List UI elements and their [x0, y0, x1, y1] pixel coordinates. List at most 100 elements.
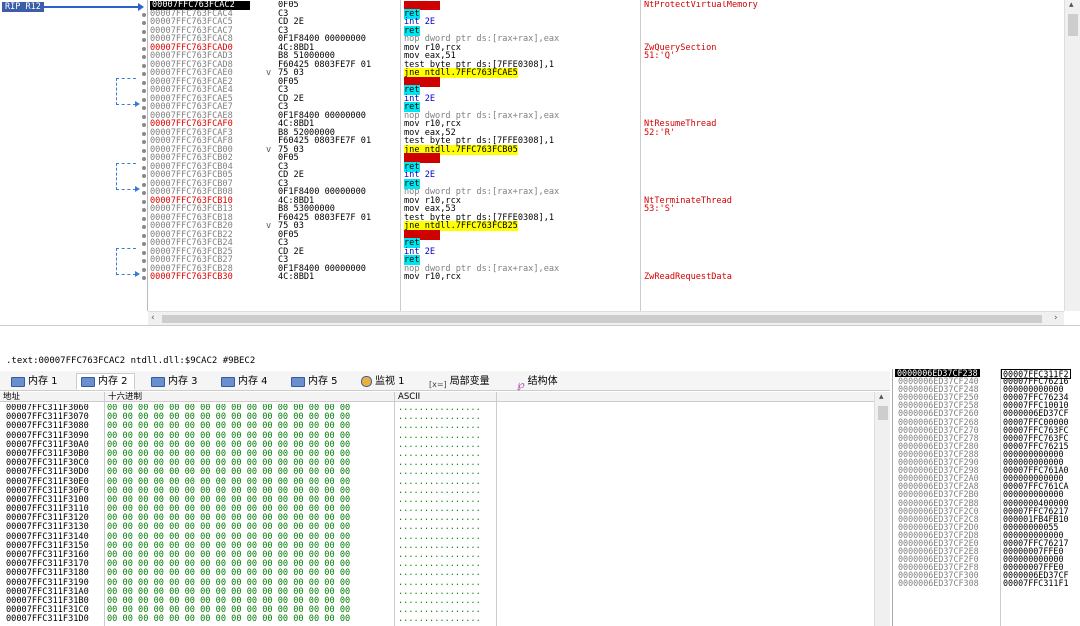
hex-column-header[interactable]: 十六进制 [105, 392, 395, 402]
scroll-thumb[interactable] [878, 406, 888, 420]
stack-row[interactable]: 0000006ED37CF308 00007FFC311F1 [893, 579, 1080, 587]
disassembly-horizontal-scrollbar[interactable]: ‹ › [148, 311, 1064, 325]
tab-struct-icon: ℘ [517, 377, 525, 391]
breakpoint-dot-icon[interactable] [142, 259, 146, 263]
instruction-address: 00007FFC763FCB30 [150, 272, 233, 282]
breakpoint-dot-icon[interactable] [142, 106, 146, 110]
breakpoint-dot-icon[interactable] [142, 225, 146, 229]
breakpoint-dot-icon[interactable] [142, 267, 146, 272]
breakpoint-dot-icon[interactable] [142, 21, 146, 25]
memory-dump-panel[interactable]: 地址 十六进制 ASCII 00007FFC311F3060 00 00 00 0… [0, 392, 890, 626]
tab-label: 内存 2 [98, 375, 128, 387]
breakpoint-dot-icon[interactable] [142, 182, 146, 187]
tab-label: 内存 1 [28, 375, 58, 387]
jump-arrow [116, 248, 140, 277]
instruction-mnemonic: syscall [404, 229, 640, 240]
instruction-comment: ZwReadRequestData [644, 272, 732, 282]
breakpoint-dot-icon[interactable] [142, 242, 146, 246]
instruction-mnemonic: ret [404, 85, 640, 95]
jump-arrow [116, 78, 140, 107]
breakpoint-dot-icon[interactable] [142, 276, 146, 280]
disassembly-rows[interactable]: 00007FFC763FCAC2 0F05 syscall NtProtectVirt… [148, 1, 1064, 312]
rip-arrow-icon [138, 3, 144, 11]
instruction-mnemonic: syscall [404, 1, 640, 10]
tab-memory-icon [291, 376, 305, 387]
dump-header: 地址 十六进制 ASCII [0, 392, 890, 402]
tab-memory-icon [11, 376, 25, 387]
disassembly-vertical-scrollbar[interactable]: ▴ [1064, 0, 1080, 311]
scroll-right-icon[interactable]: › [1054, 313, 1058, 323]
breakpoint-dot-icon[interactable] [142, 29, 146, 34]
breakpoint-dot-icon[interactable] [142, 165, 146, 170]
tab-1[interactable]: 内存 1 [6, 373, 65, 390]
dump-address: 00007FFC311F31D0 [6, 614, 89, 625]
breakpoint-dot-icon[interactable] [142, 63, 146, 68]
scroll-thumb[interactable] [162, 315, 1042, 323]
breakpoint-dot-icon[interactable] [142, 174, 146, 178]
tab-3[interactable]: 内存 3 [146, 373, 205, 390]
breakpoint-dot-icon[interactable] [142, 148, 146, 153]
breakpoint-dot-icon[interactable] [142, 131, 146, 136]
instruction-mnemonic: int 2E [404, 18, 640, 27]
scroll-left-icon[interactable]: ‹ [151, 313, 155, 323]
instruction-mnemonic: int 2E [404, 94, 640, 104]
breakpoint-dot-icon[interactable] [142, 12, 146, 17]
cpu-disassembly-panel[interactable]: RIP R12 00007FFC763FCAC2 0F05 syscall NtPro… [0, 0, 1080, 325]
dump-tab-bar: 内存 1 内存 2 内存 3 内存 4 内存 5 监视 1 [x=] 局部变量 ℘ 结构体 [0, 371, 890, 391]
instruction-mnemonic: syscall [404, 153, 640, 163]
tab-memory-icon [151, 376, 165, 387]
breakpoint-dot-icon[interactable] [142, 233, 146, 238]
stack-panel[interactable]: 0000006ED37CF238 00007FFC311F2 0000006ED37… [892, 369, 1080, 626]
address-column-header[interactable]: 地址 [0, 392, 105, 402]
scroll-thumb[interactable] [1068, 14, 1078, 36]
tab-locals-icon: [x=] [429, 379, 447, 389]
column-divider [640, 0, 641, 311]
collapse-toggle-icon[interactable]: v [266, 69, 271, 78]
collapse-toggle-icon[interactable]: v [266, 222, 271, 231]
breakpoint-dot-icon[interactable] [142, 191, 146, 195]
breakpoint-dot-icon[interactable] [142, 157, 146, 161]
breakpoint-dot-icon[interactable] [142, 80, 146, 85]
tab-label: 监视 1 [375, 375, 405, 387]
tab-4[interactable]: 内存 4 [216, 373, 275, 390]
breakpoint-dot-icon[interactable] [142, 114, 146, 119]
instruction-mnemonic: ret [404, 161, 640, 172]
tab-5[interactable]: 内存 5 [286, 373, 345, 390]
scroll-up-icon[interactable]: ▴ [1069, 0, 1074, 10]
breakpoint-dot-icon[interactable] [142, 38, 146, 42]
tab-2[interactable]: 内存 2 [76, 373, 135, 390]
tab-memory-icon [81, 376, 95, 387]
dump-ascii: ................ [398, 614, 481, 625]
tab-7[interactable]: [x=] 局部变量 [424, 373, 497, 390]
breakpoint-dot-icon[interactable] [142, 199, 146, 204]
dump-hex-bytes: 00 00 00 00 00 00 00 00 00 00 00 00 00 0… [107, 614, 351, 625]
breakpoint-dot-icon[interactable] [142, 89, 146, 93]
instruction-mnemonic: ret [404, 238, 640, 248]
dump-rows[interactable]: 00007FFC311F3060 00 00 00 00 00 00 00 00 … [0, 404, 874, 626]
dump-row[interactable]: 00007FFC311F31D0 00 00 00 00 00 00 00 00 … [0, 615, 874, 624]
instruction-mnemonic: int 2E [404, 247, 640, 257]
disasm-row[interactable]: 00007FFC763FCB30 4C:8BD1 mov r10,rcx ZwRead… [148, 273, 1064, 282]
instruction-mnemonic: ret [404, 8, 640, 19]
tab-memory-icon [221, 376, 235, 387]
instruction-comment: NtProtectVirtualMemory [644, 1, 758, 10]
collapse-toggle-icon[interactable]: v [266, 145, 271, 155]
breakpoint-dot-icon[interactable] [142, 72, 146, 76]
jump-arrow [116, 163, 140, 192]
breakpoint-dot-icon[interactable] [142, 46, 146, 51]
breakpoint-dot-icon[interactable] [142, 55, 146, 59]
rip-pointer-line [44, 6, 140, 8]
ascii-column-header[interactable]: ASCII [395, 392, 497, 402]
breakpoint-dot-icon[interactable] [142, 97, 146, 102]
scroll-up-icon[interactable]: ▴ [879, 392, 884, 402]
breakpoint-dot-icon[interactable] [142, 123, 146, 127]
breakpoint-dot-icon[interactable] [142, 208, 146, 212]
tab-6[interactable]: 监视 1 [356, 373, 412, 390]
breakpoint-dot-icon[interactable] [142, 250, 146, 255]
tab-watch-icon [361, 376, 372, 387]
breakpoint-dot-icon[interactable] [142, 140, 146, 144]
tab-8[interactable]: ℘ 结构体 [512, 373, 565, 391]
dump-vertical-scrollbar[interactable]: ▴ [874, 392, 890, 626]
breakpoint-dot-icon[interactable] [142, 216, 146, 221]
info-panel: .text:00007FFC763FCAC2 ntdll.dll:$9CAC2 … [0, 325, 1080, 369]
